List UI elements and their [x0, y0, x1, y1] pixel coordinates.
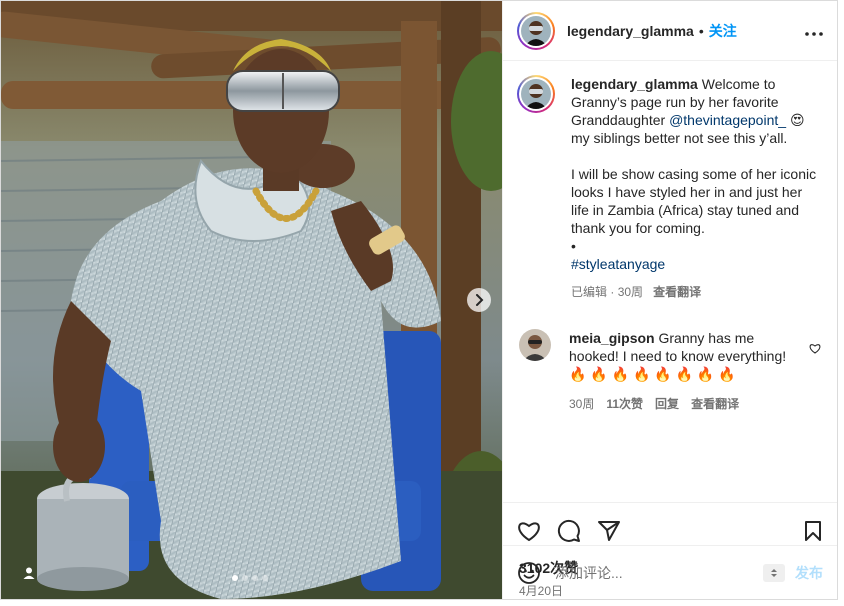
paper-plane-icon: [598, 520, 620, 541]
share-button[interactable]: [597, 520, 621, 542]
photo-image: [1, 1, 502, 599]
save-button[interactable]: [803, 520, 823, 542]
caption-time[interactable]: 30周: [618, 285, 643, 299]
caption-username[interactable]: legendary_glamma: [571, 76, 698, 92]
comment-translate-button[interactable]: 查看翻译: [691, 395, 739, 413]
comment: meia_gipson Granny has me hooked! I need…: [517, 329, 821, 413]
post-photo[interactable]: [1, 1, 502, 599]
meta-dot: ·: [610, 285, 615, 299]
caption-bullet: •: [571, 238, 576, 254]
comment-icon: [557, 519, 580, 542]
translate-button[interactable]: 查看翻译: [653, 283, 701, 301]
comment-avatar[interactable]: [519, 329, 551, 361]
post-header: legendary_glamma • 关注: [503, 1, 837, 61]
avatar-image: [519, 329, 551, 361]
more-icon: [805, 32, 823, 36]
caption-meta: 已编辑 · 30周 查看翻译: [571, 283, 821, 301]
caption-emoji: 😍: [789, 112, 805, 128]
comment-like-button[interactable]: [809, 341, 821, 359]
hashtag-link[interactable]: #styleatanyage: [571, 256, 665, 272]
avatar-image: [521, 15, 551, 46]
caption-avatar[interactable]: [517, 75, 555, 113]
carousel-dot: [262, 575, 268, 581]
scroll-arrows-button[interactable]: [763, 563, 785, 582]
post-modal: legendary_glamma • 关注 legendary_glamma W…: [0, 0, 838, 600]
next-photo-button[interactable]: [467, 288, 491, 312]
follow-button[interactable]: 关注: [709, 21, 737, 41]
comment-emojis: 🔥 🔥 🔥 🔥 🔥 🔥 🔥 🔥: [569, 366, 736, 382]
edited-label: 已编辑: [571, 285, 608, 299]
header-username[interactable]: legendary_glamma: [567, 23, 694, 39]
heart-icon: [809, 344, 821, 354]
carousel-dot: [232, 575, 238, 581]
comment-likes[interactable]: 11次赞: [606, 395, 643, 413]
post-side-panel: legendary_glamma • 关注 legendary_glamma W…: [502, 1, 837, 599]
comment-meta: 30周 11次赞 回复 查看翻译: [569, 395, 797, 413]
comment-username[interactable]: meia_gipson: [569, 330, 655, 346]
comment-button[interactable]: [557, 519, 581, 543]
carousel-dot: [252, 575, 258, 581]
avatar[interactable]: [517, 11, 555, 50]
like-button[interactable]: [517, 520, 541, 542]
add-comment-bar: 发布: [503, 545, 837, 599]
avatar-image: [521, 79, 551, 109]
caption: legendary_glamma Welcome to Granny’s pag…: [517, 75, 821, 301]
user-tag-icon: [23, 567, 35, 579]
smiley-icon: [518, 561, 540, 584]
comments-area[interactable]: legendary_glamma Welcome to Granny’s pag…: [503, 61, 837, 502]
emoji-button[interactable]: [517, 561, 541, 585]
tagged-user-button[interactable]: [17, 561, 41, 585]
mention-link[interactable]: @thevintagepoint_: [669, 112, 786, 128]
comment-input[interactable]: [555, 564, 763, 581]
caption-text-cont: my siblings better not see this y’all.: [571, 130, 788, 146]
comment-time[interactable]: 30周: [569, 395, 594, 413]
bookmark-icon: [805, 520, 821, 541]
caption-paragraph: I will be show casing some of her iconic…: [571, 166, 817, 236]
more-options-button[interactable]: [805, 20, 823, 41]
carousel-dots: [232, 575, 268, 581]
reply-button[interactable]: 回复: [655, 395, 679, 413]
header-separator: •: [698, 22, 704, 39]
up-down-arrows-icon: [771, 568, 777, 577]
post-comment-button[interactable]: 发布: [795, 563, 823, 583]
carousel-dot: [242, 575, 248, 581]
chevron-right-icon: [476, 294, 484, 306]
heart-icon: [518, 521, 540, 541]
